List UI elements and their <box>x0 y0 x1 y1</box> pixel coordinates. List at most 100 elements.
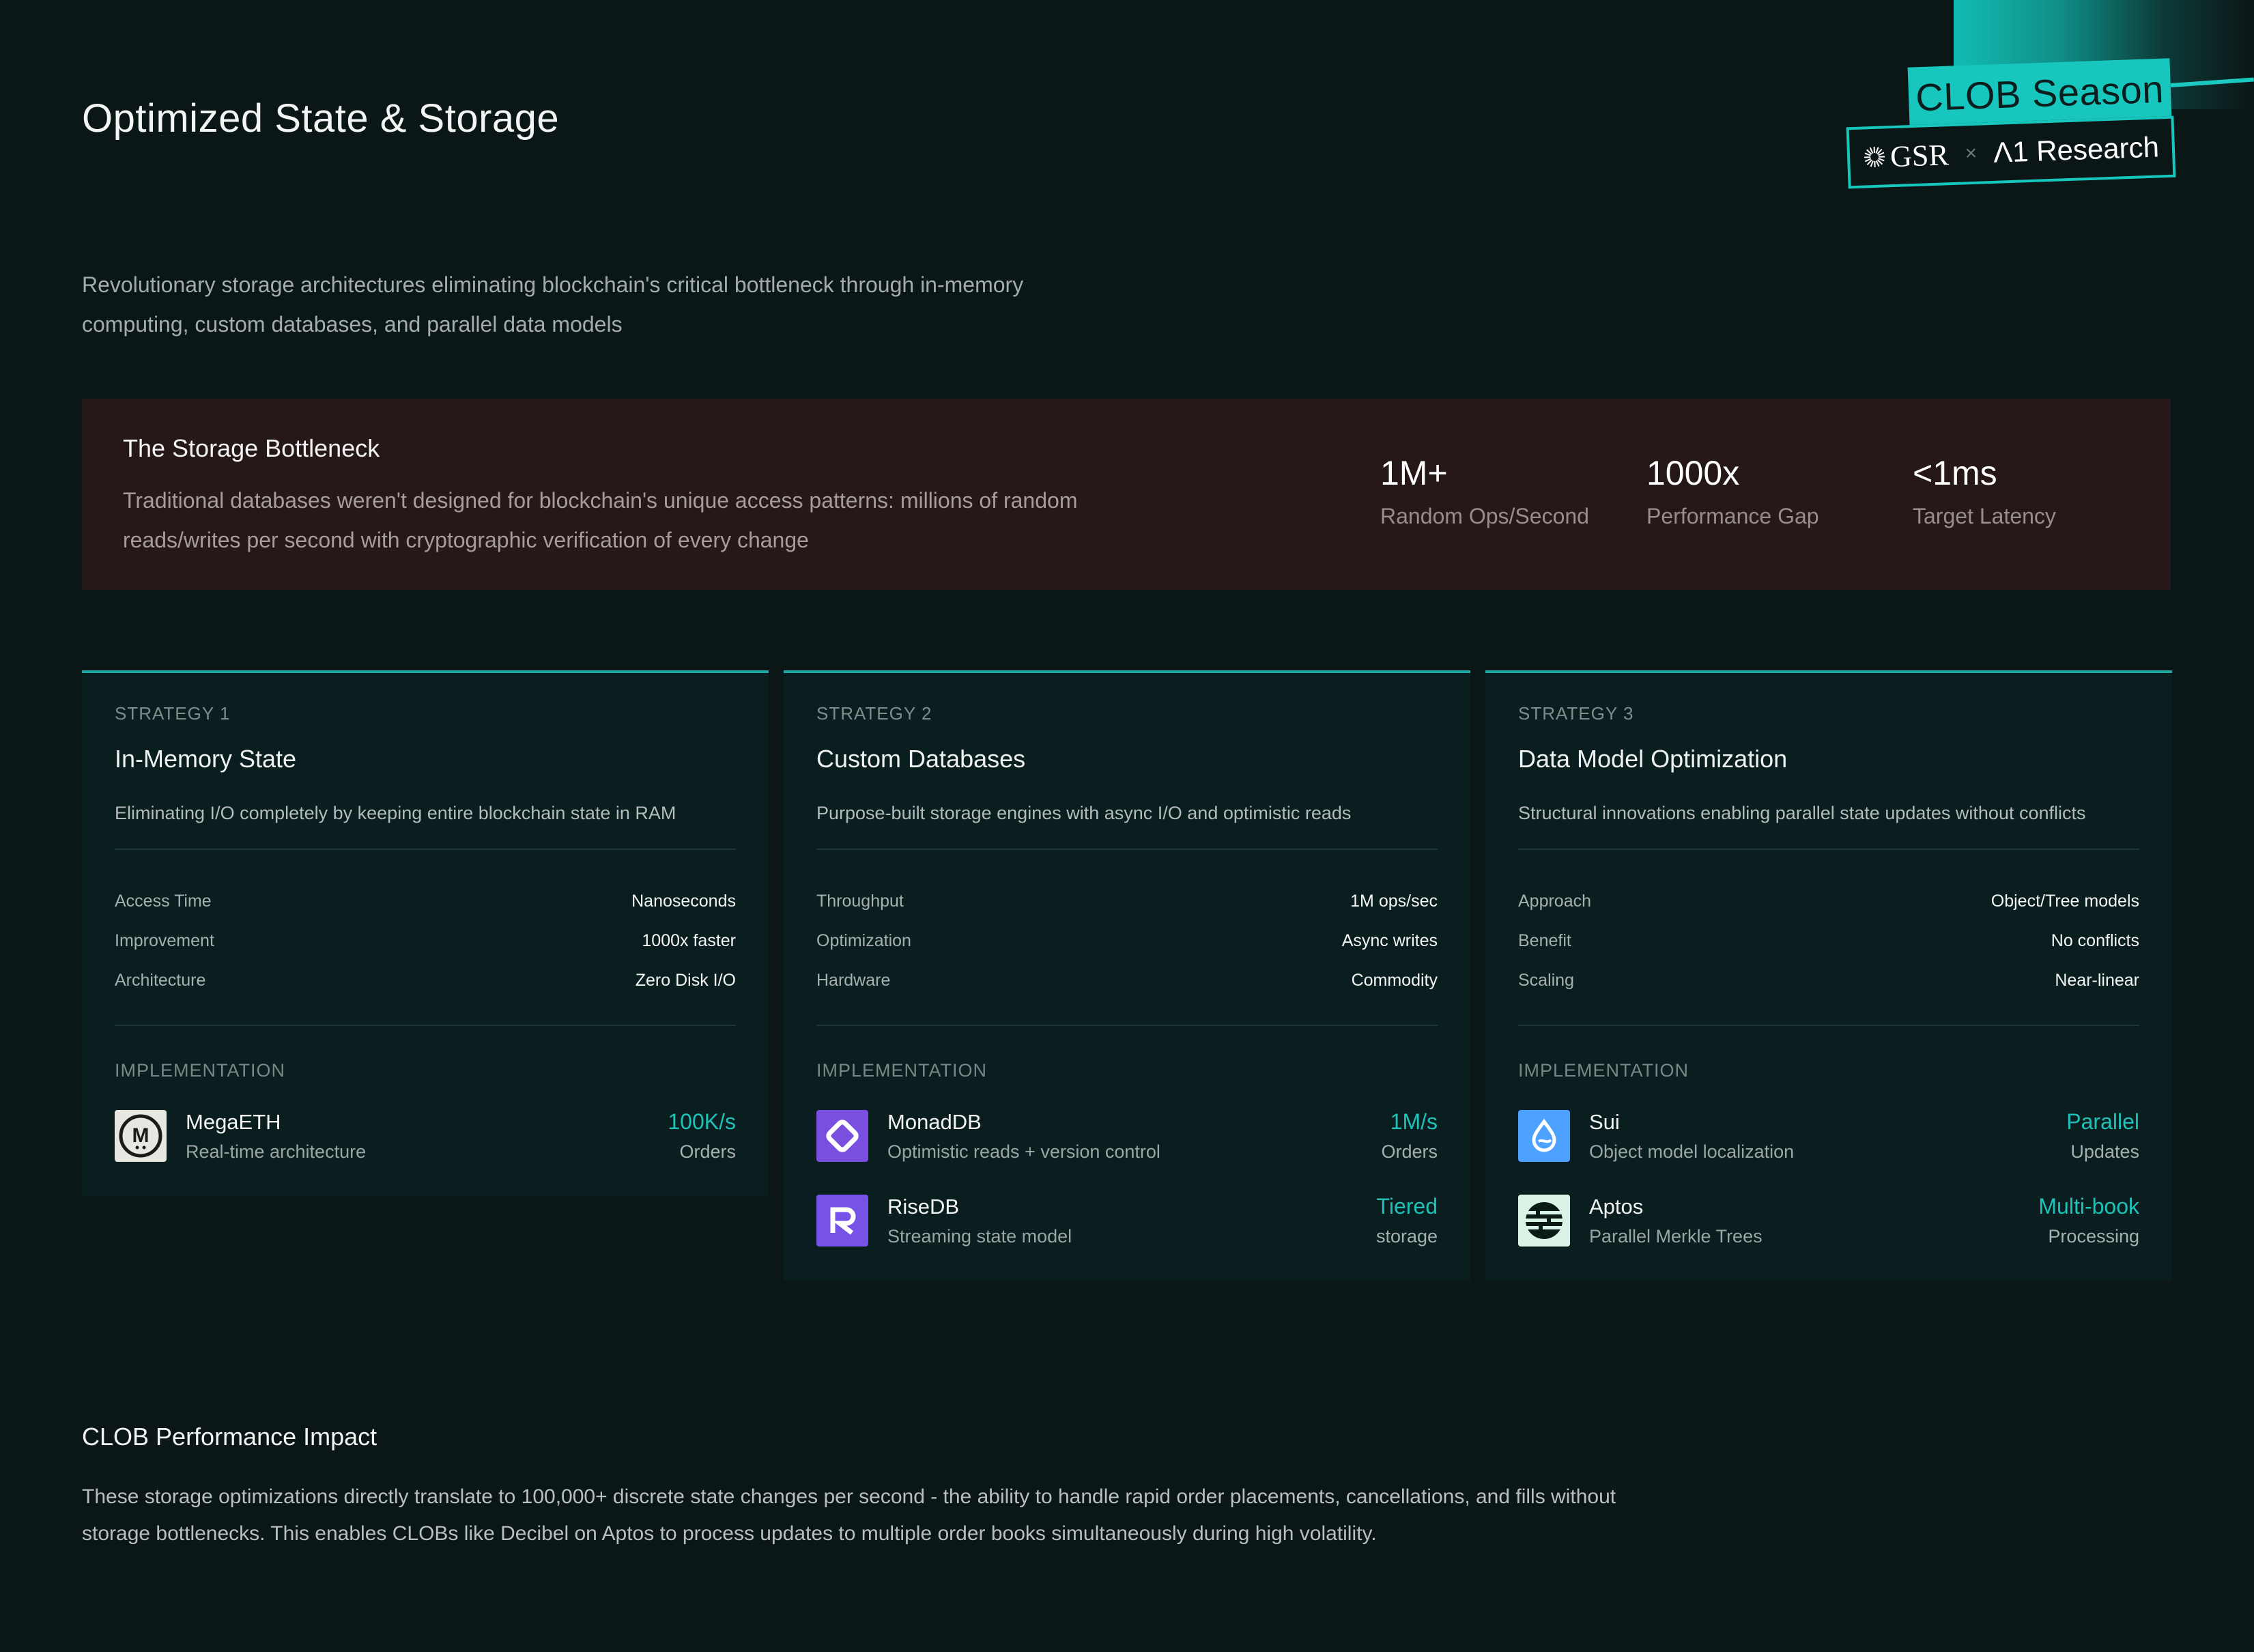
spec-value: Zero Disk I/O <box>635 970 736 990</box>
spec-key: Improvement <box>115 930 214 950</box>
stat-label: Performance Gap <box>1646 504 1819 528</box>
spec-value: Near-linear <box>2055 970 2139 990</box>
sui-logo-icon <box>1518 1110 1570 1162</box>
aptos-logo-icon <box>1518 1195 1570 1247</box>
impact-title: CLOB Performance Impact <box>82 1423 377 1451</box>
implementation-heading: IMPLEMENTATION <box>816 1060 988 1081</box>
implementation-item-aptos: Aptos Parallel Merkle Trees Multi-book P… <box>1518 1193 2139 1248</box>
spec-key: Architecture <box>115 970 206 990</box>
strategy-title: In-Memory State <box>115 745 297 773</box>
stat-label: Target Latency <box>1913 504 2056 528</box>
spec-value: Object/Tree models <box>1991 891 2139 911</box>
spec-key: Approach <box>1518 891 1592 911</box>
partner-badge: GSR × Λ1 Research <box>1846 115 2176 189</box>
implementation-metric-label: Updates <box>2070 1141 2139 1162</box>
implementation-heading: IMPLEMENTATION <box>1518 1060 1689 1081</box>
spec-row: Architecture Zero Disk I/O <box>115 960 736 1000</box>
strategy-description: Structural innovations enabling parallel… <box>1518 803 2086 823</box>
rise-logo-icon <box>816 1195 868 1247</box>
stat-value: 1M+ <box>1380 454 1448 492</box>
implementation-subtitle: Parallel Merkle Trees <box>1589 1225 1763 1247</box>
spec-value: 1M ops/sec <box>1350 891 1438 911</box>
strategy-kicker: STRATEGY 1 <box>115 703 231 724</box>
spec-row: Hardware Commodity <box>816 960 1438 1000</box>
gsr-label: GSR <box>1889 137 1950 173</box>
strategy-description: Eliminating I/O completely by keeping en… <box>115 803 676 823</box>
spec-value: 1000x faster <box>642 930 736 950</box>
spec-row: Approach Object/Tree models <box>1518 881 2139 921</box>
spec-row: Throughput 1M ops/sec <box>816 881 1438 921</box>
stat-value: <1ms <box>1913 454 1997 492</box>
page-title: Optimized State & Storage <box>82 96 560 141</box>
implementation-subtitle: Streaming state model <box>887 1225 1072 1247</box>
implementation-metric: 100K/s <box>668 1109 736 1134</box>
divider <box>1518 1025 2139 1026</box>
divider <box>816 849 1438 850</box>
implementation-heading: IMPLEMENTATION <box>115 1060 286 1081</box>
divider <box>115 849 736 850</box>
stat-performance-gap: 1000x Performance Gap <box>1646 453 1819 529</box>
spec-value: Nanoseconds <box>631 891 736 911</box>
strategy-title: Custom Databases <box>816 745 1026 773</box>
svg-text:M: M <box>132 1124 149 1147</box>
a1-research-label: Λ1 Research <box>1993 130 2160 169</box>
strategy-kicker: STRATEGY 2 <box>816 703 932 724</box>
implementation-name: RiseDB <box>887 1194 960 1219</box>
implementation-item-risedb: RiseDB Streaming state model Tiered stor… <box>816 1193 1438 1248</box>
storage-bottleneck-panel: The Storage Bottleneck Traditional datab… <box>82 399 2171 590</box>
strategy-kicker: STRATEGY 3 <box>1518 703 1634 724</box>
implementation-metric-label: Processing <box>2048 1226 2139 1247</box>
impact-text: These storage optimizations directly tra… <box>82 1485 1616 1545</box>
implementation-metric: Parallel <box>2066 1109 2139 1134</box>
spec-key: Benefit <box>1518 930 1571 950</box>
implementation-metric-label: Orders <box>1381 1141 1438 1162</box>
implementation-name: Sui <box>1589 1109 1620 1134</box>
spec-value: Commodity <box>1351 970 1438 990</box>
implementation-item-sui: Sui Object model localization Parallel U… <box>1518 1109 2139 1163</box>
implementation-subtitle: Object model localization <box>1589 1141 1795 1162</box>
implementation-item-megaeth: M MegaETH Real-time architecture 100K/s … <box>115 1109 736 1163</box>
strategy-title: Data Model Optimization <box>1518 745 1788 773</box>
monad-logo-icon <box>816 1110 868 1162</box>
stat-random-ops: 1M+ Random Ops/Second <box>1380 453 1589 529</box>
implementation-name: MonadDB <box>887 1109 982 1134</box>
bottleneck-description: Traditional databases weren't designed f… <box>123 488 1078 552</box>
spec-value: No conflicts <box>2051 930 2139 950</box>
implementation-metric: 1M/s <box>1390 1109 1438 1134</box>
implementation-name: MegaETH <box>186 1109 281 1134</box>
spec-key: Hardware <box>816 970 891 990</box>
spec-row: Access Time Nanoseconds <box>115 881 736 921</box>
implementation-metric-label: Orders <box>679 1141 736 1162</box>
strategy-description: Purpose-built storage engines with async… <box>816 803 1352 823</box>
strategy-card-custom-databases: STRATEGY 2 Custom Databases Purpose-buil… <box>784 670 1470 1281</box>
gsr-logo: GSR <box>1862 137 1950 175</box>
partner-separator: × <box>1965 141 1978 165</box>
gsr-burst-icon <box>1864 146 1885 168</box>
spec-row: Optimization Async writes <box>816 921 1438 960</box>
spec-key: Optimization <box>816 930 911 950</box>
divider <box>816 1025 1438 1026</box>
spec-value: Async writes <box>1341 930 1438 950</box>
strategy-card-data-model: STRATEGY 3 Data Model Optimization Struc… <box>1485 670 2172 1281</box>
spec-row: Scaling Near-linear <box>1518 960 2139 1000</box>
implementation-item-monaddb: MonadDB Optimistic reads + version contr… <box>816 1109 1438 1163</box>
divider <box>115 1025 736 1026</box>
divider <box>1518 849 2139 850</box>
season-label: CLOB Season <box>1915 67 2165 119</box>
spec-row: Improvement 1000x faster <box>115 921 736 960</box>
implementation-subtitle: Real-time architecture <box>186 1141 367 1162</box>
megaeth-logo-icon: M <box>115 1110 167 1162</box>
stat-label: Random Ops/Second <box>1380 504 1589 528</box>
implementation-name: Aptos <box>1589 1194 1644 1219</box>
spec-key: Access Time <box>115 891 212 911</box>
implementation-metric-label: storage <box>1375 1226 1438 1247</box>
spec-key: Scaling <box>1518 970 1574 990</box>
stat-target-latency: <1ms Target Latency <box>1913 453 2056 529</box>
spec-row: Benefit No conflicts <box>1518 921 2139 960</box>
implementation-metric: Multi-book <box>2038 1194 2139 1219</box>
stat-value: 1000x <box>1646 454 1740 492</box>
implementation-metric: Tiered <box>1376 1194 1438 1219</box>
spec-key: Throughput <box>816 891 904 911</box>
bottleneck-title: The Storage Bottleneck <box>123 434 380 462</box>
implementation-subtitle: Optimistic reads + version control <box>887 1141 1160 1162</box>
